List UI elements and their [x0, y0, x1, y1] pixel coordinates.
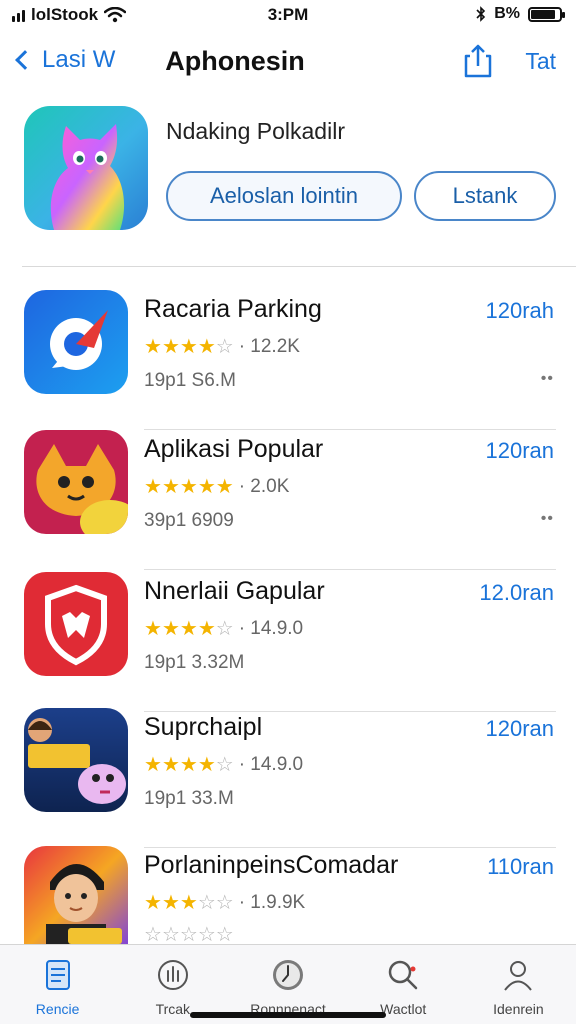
tab-label: Idenrein	[493, 1001, 544, 1017]
tab-label: Rencie	[35, 1001, 80, 1017]
rating-stars: ★★★★☆ · 14.9.0	[144, 616, 303, 641]
list-button[interactable]: Lstank	[414, 171, 556, 221]
hero-app-name: Ndaking Polkadilr	[166, 118, 345, 144]
price-button[interactable]: 12.0ran	[479, 580, 554, 606]
app-name: Nnerlaii Gapular	[144, 577, 325, 605]
rating-count: · 12.2K	[238, 335, 300, 357]
list-item[interactable]: Nnerlaii Gapular ★★★★☆ · 14.9.0 19p1 3.3…	[0, 572, 576, 712]
star-filled-icon: ★	[161, 892, 180, 914]
avatar-app-icon	[24, 846, 128, 944]
hero-app-icon[interactable]	[24, 106, 148, 230]
star-filled-icon: ★	[197, 618, 216, 640]
star-empty-icon: ☆	[215, 924, 234, 946]
tab-idenrein[interactable]: Idenrein	[461, 945, 576, 1024]
cat-app-icon	[24, 106, 148, 230]
app-name: Aplikasi Popular	[144, 435, 324, 463]
app-icon	[24, 572, 128, 676]
rating-stars: ★★★★☆ · 12.2K	[144, 334, 300, 359]
star-filled-icon: ★	[144, 476, 162, 498]
app-meta: 19p1 S6.M	[144, 370, 236, 391]
battery-label: B%	[494, 5, 520, 22]
app-icon	[24, 290, 128, 394]
tab-label: Trcak	[155, 1001, 191, 1017]
rating-stars: ★★★★☆ · 14.9.0	[144, 752, 303, 777]
tab-label: Wactlot	[380, 1001, 427, 1017]
star-empty-icon: ☆	[197, 924, 216, 946]
divider	[22, 266, 576, 267]
page-title: Aphonesin	[165, 46, 305, 76]
star-filled-icon: ★	[161, 336, 180, 358]
install-button[interactable]: Aeloslan lointin	[166, 171, 402, 221]
rating-count: · 14.9.0	[238, 617, 304, 639]
star-filled-icon: ★	[197, 754, 216, 776]
rating-stars: ★★★☆☆ · 1.9.9K	[144, 890, 305, 915]
status-bar: lolStook 3:PM B%	[0, 0, 576, 30]
star-filled-icon: ★	[144, 336, 162, 358]
fox-app-icon	[24, 430, 128, 534]
list-item[interactable]: Suprchaipl ★★★★☆ · 14.9.0 19p1 33.M 120r…	[0, 708, 576, 848]
list-item[interactable]: PorlaninpeinsComadar ★★★☆☆ · 1.9.9K ☆☆☆☆…	[0, 846, 576, 946]
more-icon[interactable]: ••	[541, 510, 554, 528]
star-filled-icon: ★	[144, 892, 162, 914]
rating-stars: ★★★★★ · 2.0K	[144, 474, 289, 499]
nav-action-button[interactable]: Tat	[525, 48, 556, 75]
star-empty-icon: ☆	[197, 892, 216, 914]
person-icon	[504, 961, 533, 991]
search-icon	[388, 960, 418, 990]
bluetooth-icon	[476, 6, 486, 22]
shield-icon	[24, 572, 128, 676]
game-character-icon	[24, 708, 128, 812]
star-empty-icon: ☆	[161, 924, 180, 946]
document-icon	[45, 960, 70, 990]
status-right: B%	[476, 5, 565, 23]
star-filled-icon: ★	[161, 476, 180, 498]
star-filled-icon: ★	[179, 754, 198, 776]
star-empty-icon: ☆	[179, 924, 198, 946]
star-filled-icon: ★	[215, 476, 234, 498]
nav-bar: Lasi W Aphonesin Tat	[0, 40, 576, 86]
star-filled-icon: ★	[179, 336, 198, 358]
star-filled-icon: ★	[144, 754, 162, 776]
clock-icon	[273, 960, 303, 990]
price-button[interactable]: 120ran	[485, 438, 554, 464]
compass-logo-icon	[24, 290, 128, 394]
more-icon[interactable]: ••	[541, 370, 554, 388]
price-button[interactable]: 120ran	[485, 716, 554, 742]
star-filled-icon: ★	[144, 618, 162, 640]
star-empty-icon: ☆	[215, 618, 234, 640]
rating-count: · 14.9.0	[238, 753, 304, 775]
app-meta: 19p1 3.32M	[144, 652, 245, 673]
tab-rencie[interactable]: Rencie	[0, 945, 115, 1024]
star-filled-icon: ★	[161, 618, 180, 640]
app-icon	[24, 846, 128, 944]
app-name: PorlaninpeinsComadar	[144, 851, 399, 879]
star-empty-icon: ☆	[215, 892, 234, 914]
app-icon	[24, 430, 128, 534]
star-filled-icon: ★	[197, 336, 216, 358]
gesture-icon	[157, 960, 188, 990]
rating-count: · 1.9.9K	[238, 891, 306, 913]
star-filled-icon: ★	[179, 618, 198, 640]
star-filled-icon: ★	[179, 892, 198, 914]
app-name: Racaria Parking	[144, 295, 322, 323]
home-indicator[interactable]	[190, 1012, 386, 1018]
app-icon	[24, 708, 128, 812]
price-button[interactable]: 120rah	[485, 298, 554, 324]
divider	[144, 569, 556, 570]
star-empty-icon: ☆	[215, 754, 234, 776]
price-button[interactable]: 110ran	[487, 854, 554, 880]
app-meta: 39p1 6909	[144, 510, 234, 531]
star-filled-icon: ★	[161, 754, 180, 776]
star-empty-icon: ☆	[144, 924, 162, 946]
share-icon[interactable]	[458, 42, 498, 80]
rating-count: · 2.0K	[238, 475, 290, 497]
app-meta: 19p1 33.M	[144, 788, 234, 809]
list-item[interactable]: Racaria Parking ★★★★☆ · 12.2K 19p1 S6.M …	[0, 290, 576, 430]
list-item[interactable]: Aplikasi Popular ★★★★★ · 2.0K 39p1 6909 …	[0, 430, 576, 570]
star-filled-icon: ★	[179, 476, 198, 498]
star-filled-icon: ★	[197, 476, 216, 498]
app-name: Suprchaipl	[144, 713, 263, 741]
star-empty-icon: ☆	[215, 336, 234, 358]
battery-icon	[528, 6, 565, 22]
